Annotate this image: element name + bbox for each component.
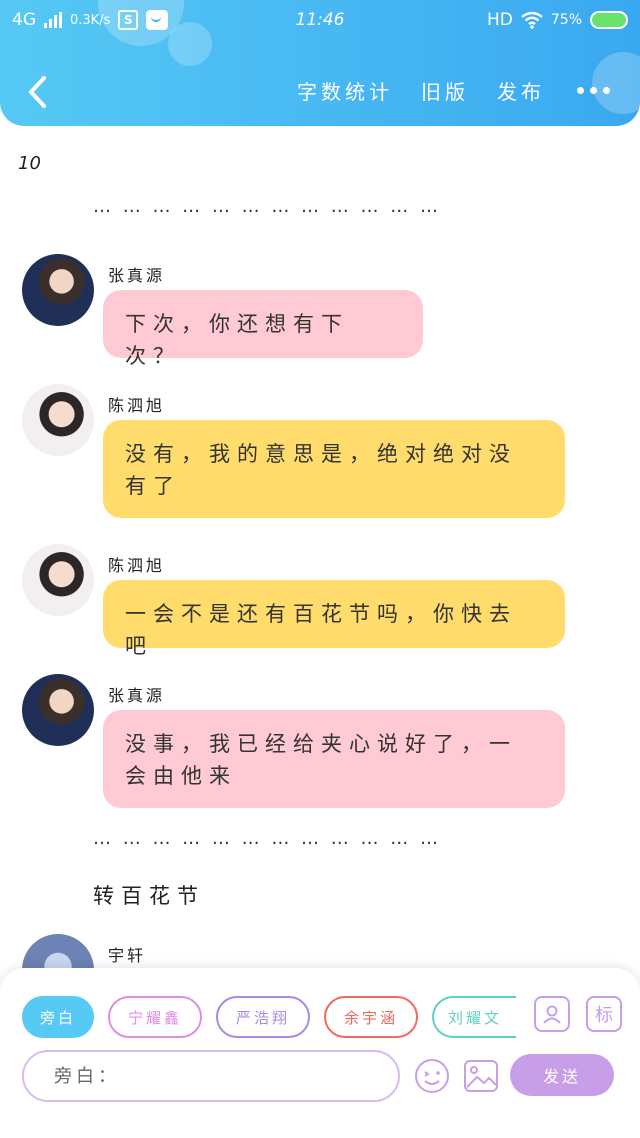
message-bubble[interactable]: 一会不是还有百花节吗，你快去吧 [103,580,565,658]
tag-icon[interactable]: 标 [586,996,622,1032]
user-icon[interactable] [534,996,570,1032]
composer-panel: 旁白 宁耀鑫 严浩翔 余宇涵 刘耀文 标 发送 [0,968,640,1138]
message-bubble[interactable]: 下次，你还想有下次？ [103,290,423,368]
status-bar: 4G 0.3K/s S 11:46 HD 75% [0,8,640,36]
message-bubble[interactable]: 没事，我已经给夹心说好了，一会由他来 [103,710,565,808]
message-bubble[interactable]: 没有，我的意思是，绝对绝对没有了 [103,420,565,518]
emoji-icon[interactable] [412,1056,452,1096]
role-chip-narration[interactable]: 旁白 [22,996,94,1038]
avatar[interactable] [22,384,94,456]
speaker-name: 宇轩 [108,946,147,965]
word-count-button[interactable]: 字数统计 [297,76,393,105]
more-icon[interactable] [577,87,610,94]
narration-line[interactable]: 转百花节 [93,880,205,910]
publish-button[interactable]: 发布 [497,76,545,105]
top-bar: 4G 0.3K/s S 11:46 HD 75% 字数统计 旧版 发布 [0,0,640,126]
avatar[interactable] [22,254,94,326]
chat-message[interactable]: 张真源 没事，我已经给夹心说好了，一会由他来 [0,674,640,814]
role-chip[interactable]: 严浩翔 [216,996,310,1038]
speaker-name: 陈泗旭 [108,556,166,575]
ellipsis-divider: … … … … … … … … … … … … [93,196,441,217]
chevron-left-icon [29,76,46,108]
speaker-name: 陈泗旭 [108,396,166,415]
battery-icon [590,11,628,29]
speaker-name: 张真源 [108,266,166,285]
send-button[interactable]: 发送 [510,1054,614,1096]
old-version-button[interactable]: 旧版 [421,76,469,105]
role-chip[interactable]: 余宇涵 [324,996,418,1038]
chat-message[interactable]: 陈泗旭 一会不是还有百花节吗，你快去吧 [0,544,640,658]
chat-message[interactable]: 张真源 下次，你还想有下次？ [0,254,640,368]
role-chip[interactable]: 刘耀文 [432,996,516,1038]
image-icon[interactable] [461,1056,501,1096]
avatar[interactable] [22,544,94,616]
hd-indicator: HD [487,10,513,30]
battery-percent: 75% [550,12,582,28]
message-input-wrapper [22,1050,400,1102]
avatar[interactable] [22,674,94,746]
back-button[interactable] [20,72,54,112]
wifi-icon [521,11,543,29]
chapter-number: 10 [18,153,41,174]
message-input[interactable] [54,1065,368,1087]
ellipsis-divider: … … … … … … … … … … … … [93,828,441,849]
role-chip[interactable]: 宁耀鑫 [108,996,202,1038]
header-actions: 字数统计 旧版 发布 [297,76,610,105]
speaker-name: 张真源 [108,686,166,705]
role-selector: 旁白 宁耀鑫 严浩翔 余宇涵 刘耀文 [22,996,516,1038]
chat-message[interactable]: 陈泗旭 没有，我的意思是，绝对绝对没有了 [0,384,640,524]
